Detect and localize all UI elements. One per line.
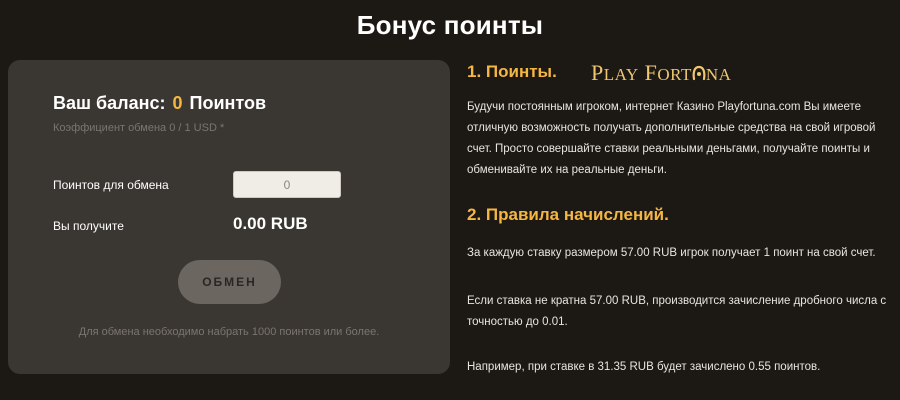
rule-text-1: За каждую ставку размером 57.00 RUB игро… <box>467 247 876 259</box>
balance-unit: Поинтов <box>189 93 267 113</box>
logo-text-lay: LAY <box>603 65 639 84</box>
page-title: Бонус поинты <box>356 10 544 40</box>
logo-text-f: F <box>644 60 658 85</box>
points-input[interactable] <box>233 171 341 198</box>
bonus-card: Ваш баланс: 0 Поинтов Коэффициент обмена… <box>8 60 450 374</box>
logo-text-ort: ORT <box>657 65 692 84</box>
play-fortuna-logo[interactable]: PLAY FORT NA <box>591 60 731 86</box>
logo-text-na: NA <box>705 65 732 84</box>
points-heading: 1. Поинты. <box>467 62 557 81</box>
rule-example: Например, при ставке в 31.35 RUB будет з… <box>467 361 821 373</box>
rule-text-2: Если ставка не кратна 57.00 RUB, произво… <box>467 295 887 328</box>
horseshoe-icon <box>692 65 706 81</box>
minimum-note: Для обмена необходимо набрать 1000 поинт… <box>78 326 380 338</box>
receive-label: Вы получите <box>53 219 124 233</box>
balance-label: Ваш баланс: <box>53 93 166 113</box>
balance-line: Ваш баланс: 0 Поинтов <box>53 93 266 114</box>
exchange-rate: Коэффициент обмена 0 / 1 USD * <box>53 122 225 134</box>
points-label: Поинтов для обмена <box>53 178 169 192</box>
balance-value: 0 <box>172 93 183 113</box>
exchange-button[interactable]: ОБМЕН <box>178 260 281 304</box>
receive-amount: 0.00 RUB <box>233 214 308 233</box>
rules-heading: 2. Правила начислений. <box>467 205 669 224</box>
points-description: Будучи постоянным игроком, интернет Кази… <box>467 101 876 176</box>
logo-text-p: P <box>591 60 604 85</box>
